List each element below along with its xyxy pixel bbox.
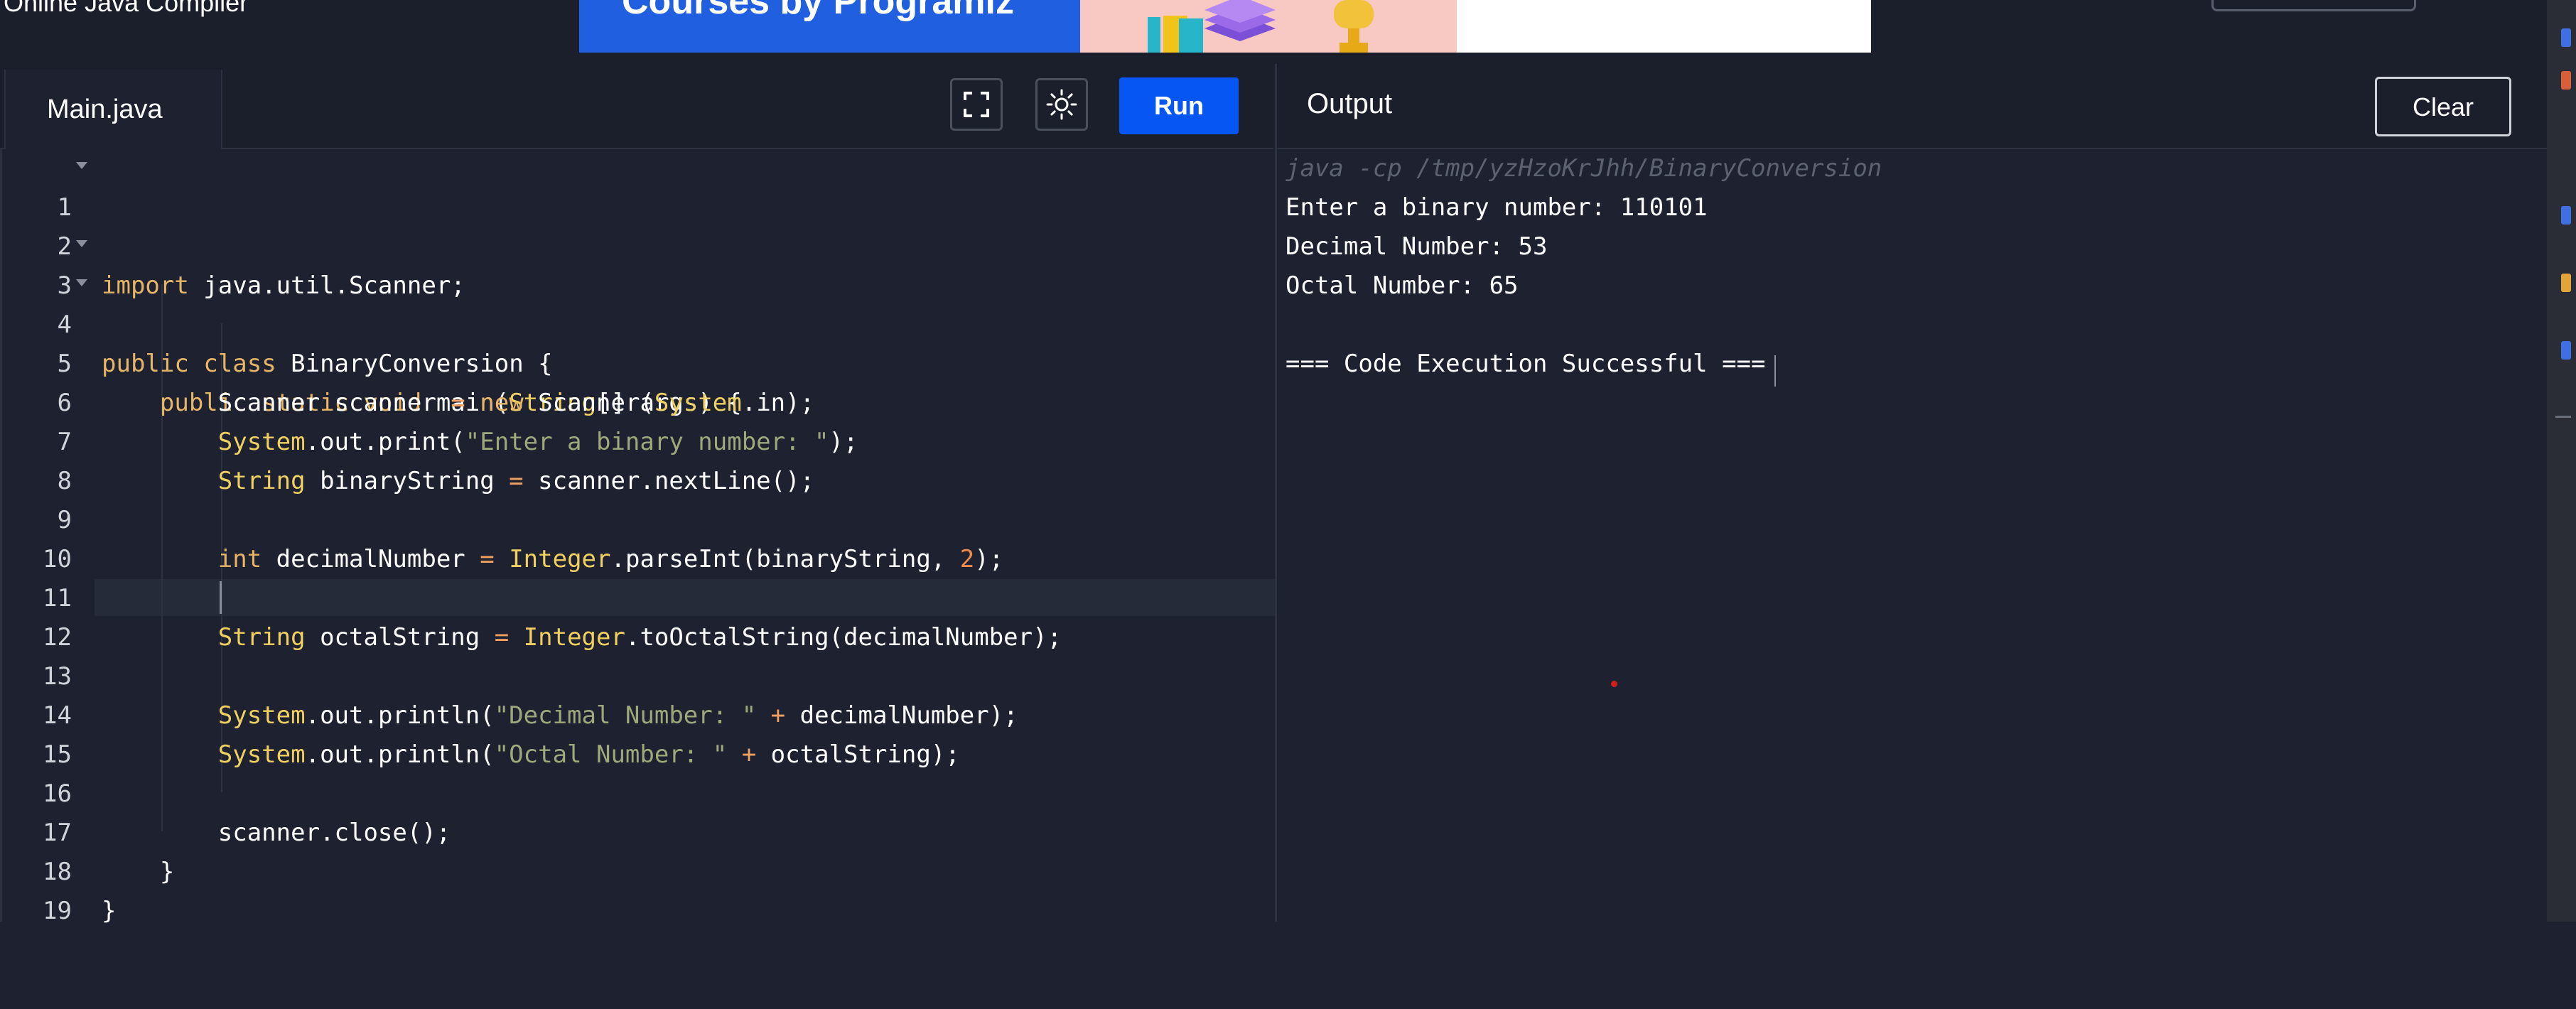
- top-bar: Online Java Compiler Courses by Programi…: [0, 0, 2576, 64]
- ad-banner-white-panel: [1457, 0, 1871, 53]
- code-line: 14 System.out.println("Octal Number: " +…: [2, 657, 1276, 769]
- output-title: Output: [1307, 88, 1393, 119]
- ad-banner[interactable]: Courses by Programiz: [579, 0, 1871, 53]
- code-line: 16 scanner.close();: [2, 735, 1276, 847]
- site-title[interactable]: Online Java Compiler: [4, 0, 248, 16]
- edge-blue-icon[interactable]: [2561, 28, 2571, 47]
- edge-orange-icon[interactable]: [2561, 71, 2571, 90]
- file-tab-label: Main.java: [47, 95, 163, 124]
- output-console[interactable]: java -cp /tmp/yzHzoKrJhh/BinaryConversio…: [1275, 149, 2549, 922]
- editor-header: Main.java Run: [0, 64, 1273, 149]
- code-line: 13 System.out.println("Decimal Number: "…: [2, 618, 1276, 730]
- edge-yellow-icon[interactable]: [2561, 274, 2571, 292]
- code-line: 15: [2, 696, 1276, 769]
- sun-icon: [1046, 89, 1077, 120]
- code-line: 8: [2, 423, 1276, 495]
- code-line: 10: [2, 501, 1276, 573]
- fullscreen-icon: [964, 92, 989, 117]
- output-header: Output Clear: [1275, 64, 2549, 149]
- edge-divider: [2555, 416, 2571, 418]
- top-right-button[interactable]: [2211, 0, 2416, 11]
- fold-arrow-icon[interactable]: [76, 240, 87, 247]
- edge-blue-icon[interactable]: [2561, 206, 2571, 225]
- fold-arrow-icon[interactable]: [76, 279, 87, 286]
- code-line: 7 String binaryString = scanner.nextLine…: [2, 384, 1276, 495]
- fold-arrow-icon[interactable]: [76, 162, 87, 169]
- code-line: 11 String octalString = Integer.toOctalS…: [2, 540, 1276, 652]
- code-line: 5 Scanner scanner = new Scanner(System.i…: [2, 306, 1276, 417]
- file-tab-main-java[interactable]: Main.java: [4, 70, 222, 149]
- ad-banner-illustration: [1148, 0, 1374, 53]
- fullscreen-button[interactable]: [950, 78, 1003, 131]
- cursor-dot: [1611, 681, 1617, 687]
- code-line: 4 public static void main(String[] args)…: [2, 266, 1276, 417]
- ad-banner-text: Courses by Programiz: [622, 0, 1014, 22]
- code-editor[interactable]: 1 import java.util.Scanner; 2 3 public c…: [0, 149, 1276, 925]
- right-edge-strip: [2547, 0, 2576, 922]
- clear-button[interactable]: Clear: [2375, 77, 2511, 136]
- output-command-line: java -cp /tmp/yzHzoKrJhh/BinaryConversio…: [1286, 154, 1882, 183]
- code-line: 3 public class BinaryConversion {: [2, 227, 1276, 378]
- code-line: 18 }: [2, 814, 1276, 925]
- code-line: 9 int decimalNumber = Integer.parseInt(b…: [2, 462, 1276, 573]
- code-line: 2: [2, 188, 1276, 261]
- line-number: 19: [43, 897, 72, 925]
- code-line: 6 System.out.print("Enter a binary numbe…: [2, 345, 1276, 456]
- code-line: 1 import java.util.Scanner;: [2, 149, 1276, 300]
- output-line: Enter a binary number: 110101: [1286, 193, 1708, 222]
- edge-blue-icon[interactable]: [2561, 341, 2571, 360]
- code-line: 12: [2, 579, 1276, 652]
- text-caret: [220, 581, 222, 614]
- code-line: 19: [2, 853, 1276, 925]
- theme-toggle-button[interactable]: [1035, 78, 1088, 131]
- output-line: Octal Number: 65: [1286, 271, 1519, 300]
- output-line: Decimal Number: 53: [1286, 232, 1548, 261]
- code-line: 17 }: [2, 775, 1276, 886]
- output-success-line: === Code Execution Successful ===: [1286, 350, 1766, 378]
- output-caret: [1774, 355, 1776, 387]
- run-button[interactable]: Run: [1119, 77, 1239, 134]
